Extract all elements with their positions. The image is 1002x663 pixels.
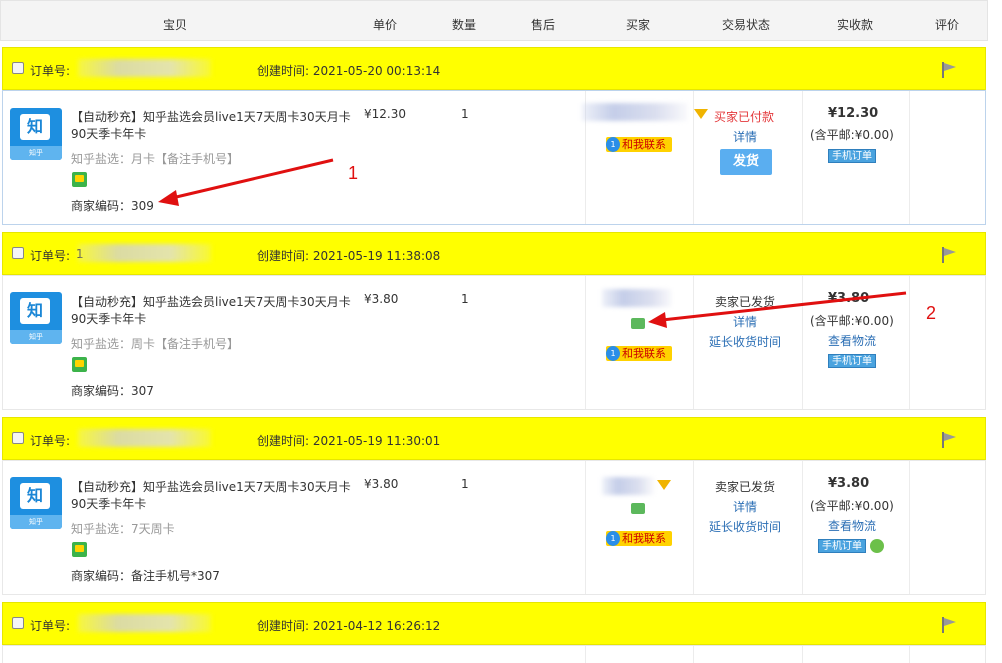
quantity: 1 bbox=[461, 477, 469, 491]
contact-button[interactable]: 1 和我联系 bbox=[606, 137, 672, 152]
created-time: 创建时间: 2021-05-19 11:38:08 bbox=[257, 249, 441, 263]
order-status: 卖家已发货 bbox=[715, 480, 776, 494]
col-qty: 数量 bbox=[452, 18, 477, 32]
unit-price: ¥3.80 bbox=[364, 292, 399, 306]
order-number-label: 订单号: bbox=[30, 619, 71, 633]
order-number-label: 订单号: bbox=[30, 434, 71, 448]
unit-price: ¥3.80 bbox=[364, 477, 399, 491]
order-header: 订单号: 1 创建时间: 2021-05-19 11:38:08 bbox=[2, 232, 986, 275]
merchant-code: 商家编码：309 bbox=[71, 199, 154, 213]
mobile-order-tag: 手机订单 bbox=[828, 354, 876, 368]
flag-icon[interactable] bbox=[940, 246, 958, 264]
buyer-name-redacted bbox=[602, 477, 654, 495]
leaf-icon bbox=[870, 539, 884, 553]
order-number-redacted bbox=[78, 614, 211, 632]
order-header: 订单号: 创建时间: 2021-05-20 00:13:14 bbox=[2, 47, 986, 90]
col-price: 单价 bbox=[373, 18, 398, 32]
message-icon[interactable] bbox=[631, 318, 645, 329]
order-checkbox[interactable] bbox=[12, 62, 24, 74]
filter-icon[interactable] bbox=[694, 109, 708, 119]
created-time: 创建时间: 2021-05-19 11:30:01 bbox=[257, 434, 441, 448]
detail-link[interactable]: 详情 bbox=[733, 498, 757, 515]
created-time: 创建时间: 2021-05-20 00:13:14 bbox=[257, 64, 441, 78]
detail-link[interactable]: 详情 bbox=[733, 128, 757, 145]
mobile-order-tag: 手机订单 bbox=[818, 539, 866, 553]
mobile-order-tag: 手机订单 bbox=[828, 149, 876, 163]
col-amount: 实收款 bbox=[837, 18, 874, 32]
product-sku: 知乎盐选：周卡【备注手机号】 bbox=[71, 337, 240, 351]
logistics-link[interactable]: 查看物流 bbox=[828, 332, 876, 349]
col-buyer: 买家 bbox=[626, 18, 651, 32]
unit-price: ¥12.30 bbox=[364, 107, 406, 121]
contact-button[interactable]: 1 和我联系 bbox=[606, 346, 672, 361]
product-tag-icon bbox=[72, 542, 87, 557]
logistics-link[interactable]: 查看物流 bbox=[828, 517, 876, 534]
order-number-label: 订单号: bbox=[30, 64, 71, 78]
order-number-label: 订单号: bbox=[30, 249, 71, 263]
product-title[interactable]: 【自动秒充】知乎盐选会员live1天7天周卡30天月卡90天季卡年卡 bbox=[71, 479, 351, 513]
amount: ¥3.80 bbox=[828, 476, 870, 491]
ship-button[interactable]: 发货 bbox=[720, 149, 772, 175]
buyer-name-redacted bbox=[582, 103, 688, 121]
order-status: 买家已付款 bbox=[714, 110, 775, 124]
col-status: 交易状态 bbox=[722, 18, 771, 32]
amount: ¥12.30 bbox=[828, 106, 879, 121]
quantity: 1 bbox=[461, 292, 469, 306]
quantity: 1 bbox=[461, 107, 469, 121]
flag-icon[interactable] bbox=[940, 616, 958, 634]
order-number-redacted bbox=[78, 244, 211, 262]
order-status: 卖家已发货 bbox=[715, 295, 776, 309]
order-checkbox[interactable] bbox=[12, 247, 24, 259]
merchant-code: 商家编码：备注手机号*307 bbox=[71, 569, 220, 583]
table-header: 宝贝 单价 数量 售后 买家 交易状态 实收款 评价 bbox=[0, 0, 988, 41]
col-item: 宝贝 bbox=[163, 18, 188, 32]
product-tag-icon bbox=[72, 172, 87, 187]
order-header: 订单号: 创建时间: 2021-04-12 16:26:12 bbox=[2, 602, 986, 645]
contact-button[interactable]: 1 和我联系 bbox=[606, 531, 672, 546]
message-icon[interactable] bbox=[631, 503, 645, 514]
annotation-2: 2 bbox=[926, 303, 937, 323]
product-title[interactable]: 【自动秒充】知乎盐选会员live1天7天周卡30天月卡90天季卡年卡 bbox=[71, 294, 351, 328]
amount: ¥3.80 bbox=[828, 291, 870, 306]
created-time: 创建时间: 2021-04-12 16:26:12 bbox=[257, 619, 441, 633]
col-rating: 评价 bbox=[935, 18, 960, 32]
product-title[interactable]: 【自动秒充】知乎盐选会员live1天7天周卡30天月卡90天季卡年卡 bbox=[71, 109, 351, 143]
product-sku: 知乎盐选：7天周卡 bbox=[71, 522, 175, 536]
product-sku: 知乎盐选：月卡【备注手机号】 bbox=[71, 152, 240, 166]
postage: (含平邮:¥0.00) bbox=[810, 314, 894, 328]
order-number-redacted bbox=[78, 59, 211, 77]
filter-icon[interactable] bbox=[657, 480, 671, 490]
detail-link[interactable]: 详情 bbox=[733, 313, 757, 330]
flag-icon[interactable] bbox=[940, 61, 958, 79]
extend-receipt-link[interactable]: 延长收货时间 bbox=[709, 333, 781, 350]
postage: (含平邮:¥0.00) bbox=[810, 128, 894, 142]
product-tag-icon bbox=[72, 357, 87, 372]
postage: (含平邮:¥0.00) bbox=[810, 499, 894, 513]
product-thumbnail[interactable]: 知知乎 bbox=[10, 108, 62, 160]
order-checkbox[interactable] bbox=[12, 432, 24, 444]
flag-icon[interactable] bbox=[940, 431, 958, 449]
product-thumbnail[interactable]: 知知乎 bbox=[10, 477, 62, 529]
buyer-name-redacted bbox=[602, 289, 672, 307]
col-aftersale: 售后 bbox=[531, 18, 556, 32]
extend-receipt-link[interactable]: 延长收货时间 bbox=[709, 518, 781, 535]
product-thumbnail[interactable]: 知知乎 bbox=[10, 292, 62, 344]
order-checkbox[interactable] bbox=[12, 617, 24, 629]
merchant-code: 商家编码：307 bbox=[71, 384, 154, 398]
order-header: 订单号: 创建时间: 2021-05-19 11:30:01 bbox=[2, 417, 986, 460]
annotation-1: 1 bbox=[348, 163, 359, 183]
order-number-redacted bbox=[78, 429, 211, 447]
order-row bbox=[2, 645, 986, 663]
